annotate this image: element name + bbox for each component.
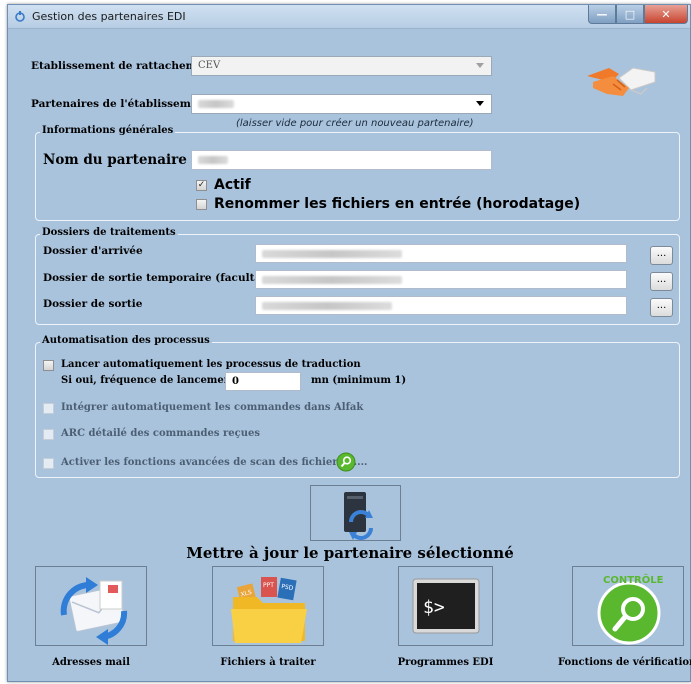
fonctions-verification-label: Fonctions de vérification bbox=[558, 657, 691, 668]
dossier-arrivee-input[interactable] bbox=[255, 244, 627, 263]
etablissement-label: Etablissement de rattachement bbox=[31, 60, 216, 72]
etablissement-value: CEV bbox=[198, 60, 221, 71]
lancer-auto-checkbox[interactable]: Lancer automatiquement les processus de … bbox=[43, 359, 361, 371]
dossier-arrivee-label: Dossier d'arrivée bbox=[43, 245, 143, 257]
edi-partners-window: Gestion des partenaires EDI — □ ✕ Etabli… bbox=[7, 4, 691, 682]
dossier-sortie-browse-button[interactable]: ... bbox=[650, 298, 673, 317]
magnifier-icon[interactable] bbox=[336, 452, 356, 472]
lancer-auto-label: Lancer automatiquement les processus de … bbox=[61, 359, 361, 370]
automatisation-title: Automatisation des processus bbox=[40, 335, 212, 346]
ppt-tag: PPT bbox=[263, 582, 274, 589]
dossier-sortie-temp-browse-button[interactable]: ... bbox=[650, 272, 673, 291]
nom-partenaire-input[interactable] bbox=[191, 150, 492, 170]
maximize-button[interactable]: □ bbox=[616, 5, 644, 24]
dossiers-traitements-title: Dossiers de traitements bbox=[40, 227, 178, 238]
window-title: Gestion des partenaires EDI bbox=[32, 10, 186, 23]
dossier-sortie-input[interactable] bbox=[255, 296, 627, 315]
handshake-icon bbox=[587, 67, 656, 96]
terminal-icon: $> bbox=[412, 578, 480, 634]
frequence-input[interactable]: 0 bbox=[225, 372, 301, 391]
integrer-alfak-label: Intégrer automatiquement les commandes d… bbox=[61, 402, 364, 413]
scan-avance-checkbox[interactable]: Activer les fonctions avancées de scan d… bbox=[43, 457, 368, 469]
partenaires-label: Partenaires de l'établissement bbox=[31, 98, 210, 110]
nom-partenaire-label: Nom du partenaire bbox=[43, 152, 187, 168]
partenaires-combo[interactable] bbox=[191, 94, 492, 114]
dossier-sortie-label: Dossier de sortie bbox=[43, 298, 143, 310]
partenaires-hint: (laisser vide pour créer un nouveau part… bbox=[236, 118, 474, 129]
fichiers-a-traiter-label: Fichiers à traiter bbox=[220, 657, 316, 668]
adresses-mail-label: Adresses mail bbox=[52, 657, 130, 668]
arc-detaille-label: ARC détailé des commandes reçues bbox=[61, 428, 260, 439]
programmes-edi-label: Programmes EDI bbox=[397, 657, 494, 668]
actif-checkbox[interactable]: ✓ Actif bbox=[196, 177, 251, 193]
informations-generales-title: Informations générales bbox=[40, 125, 176, 136]
dossier-sortie-temp-input[interactable] bbox=[255, 270, 627, 289]
controle-magnifier-icon: CONTRÔLE bbox=[597, 573, 664, 645]
controle-text: CONTRÔLE bbox=[603, 573, 664, 586]
update-partner-label: Mettre à jour le partenaire sélectionné bbox=[186, 544, 514, 562]
scan-avance-label: Activer les fonctions avancées de scan d… bbox=[61, 457, 368, 468]
close-button[interactable]: ✕ bbox=[644, 5, 688, 24]
adresses-mail-tile[interactable] bbox=[35, 566, 147, 646]
title-bar[interactable]: Gestion des partenaires EDI — □ ✕ bbox=[8, 5, 690, 29]
app-icon bbox=[15, 11, 25, 22]
dossier-arrivee-browse-button[interactable]: ... bbox=[650, 246, 673, 265]
dossier-sortie-temp-label: Dossier de sortie temporaire (facultatif… bbox=[43, 272, 280, 284]
minimize-button[interactable]: — bbox=[588, 5, 616, 24]
update-partner-button[interactable] bbox=[310, 485, 401, 541]
fichiers-a-traiter-tile[interactable]: XLS PPT PSD bbox=[212, 566, 324, 646]
terminal-prompt: $> bbox=[423, 597, 445, 618]
arc-detaille-checkbox[interactable]: ARC détailé des commandes reçues bbox=[43, 428, 260, 440]
programmes-edi-tile[interactable]: $> bbox=[398, 566, 493, 646]
frequence-unit: mn (minimum 1) bbox=[311, 375, 407, 386]
frequence-label: Si oui, fréquence de lancement : bbox=[61, 375, 243, 386]
renommer-fichiers-checkbox[interactable]: Renommer les fichiers en entrée (horodat… bbox=[196, 196, 580, 212]
partenaire-selected-value bbox=[198, 99, 234, 108]
actif-label: Actif bbox=[214, 177, 251, 193]
integrer-alfak-checkbox[interactable]: Intégrer automatiquement les commandes d… bbox=[43, 402, 363, 414]
checkmark-icon: ✓ bbox=[196, 180, 207, 191]
email-icon bbox=[60, 577, 128, 645]
chevron-down-icon bbox=[476, 63, 484, 68]
etablissement-combo[interactable]: CEV bbox=[191, 56, 492, 76]
fonctions-verification-tile[interactable]: CONTRÔLE bbox=[572, 566, 684, 646]
chevron-down-icon bbox=[476, 101, 484, 106]
server-sync-icon bbox=[344, 492, 373, 540]
renommer-fichiers-label: Renommer les fichiers en entrée (horodat… bbox=[214, 196, 581, 212]
folder-icon: XLS PPT PSD bbox=[231, 577, 307, 643]
